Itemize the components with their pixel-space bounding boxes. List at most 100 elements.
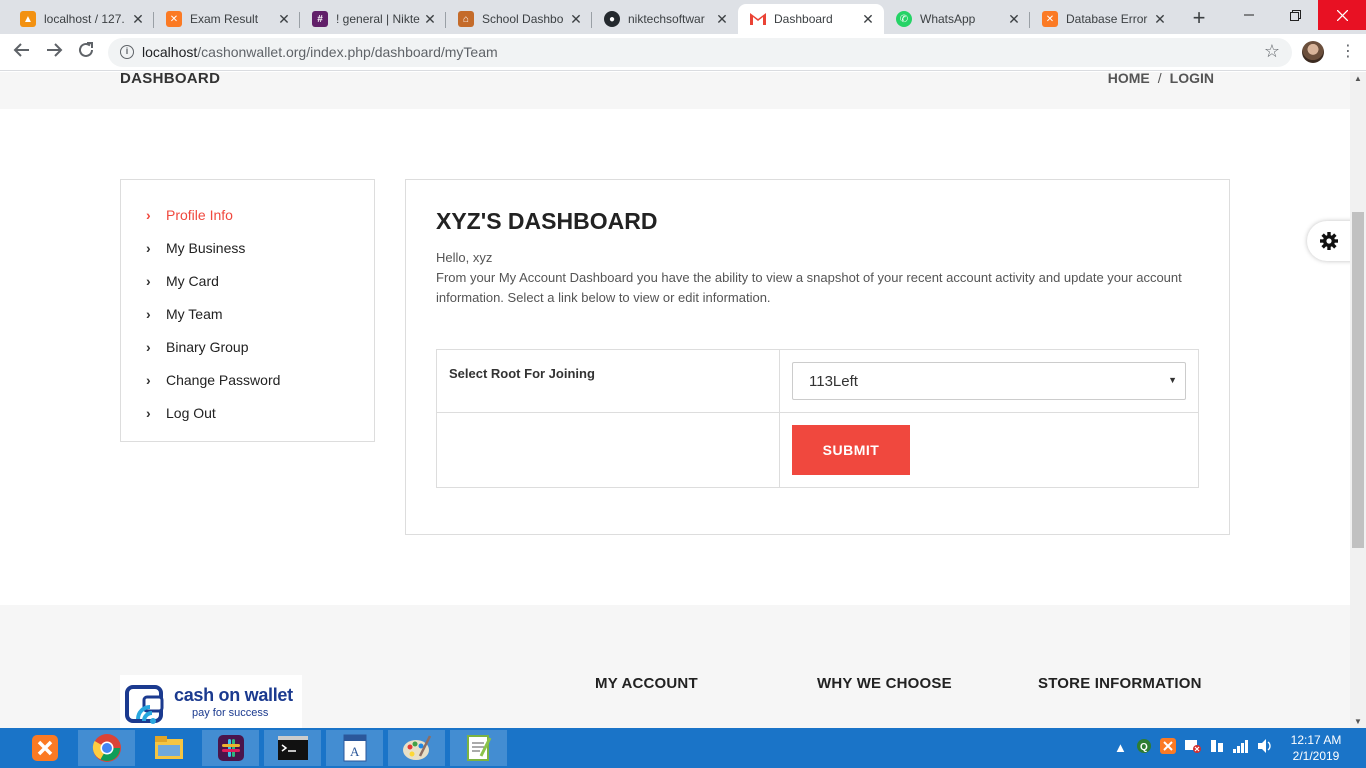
taskbar-chrome[interactable] [78,730,135,766]
settings-button[interactable] [1307,221,1350,261]
submit-button[interactable]: SUBMIT [792,425,910,475]
scrollbar-thumb[interactable] [1352,212,1364,548]
page-header-bar: DASHBOARD HOME / LOGIN [0,72,1350,109]
back-button[interactable] [10,41,34,65]
taskbar-file-explorer[interactable] [140,730,197,766]
form-label-cell: Select Root For Joining [436,349,780,413]
site-footer: cash on wallet pay for success MY ACCOUN… [0,605,1350,728]
account-sidebar: › Profile Info › My Business › My Card ›… [120,179,375,442]
tab-whatsapp[interactable]: ✆ WhatsApp ✕ [884,4,1030,34]
page-title: DASHBOARD [120,72,221,87]
breadcrumb-login-link[interactable]: LOGIN [1170,72,1214,86]
qbittorrent-tray-icon[interactable]: Q [1136,738,1152,757]
tab-phpmyadmin[interactable]: ▲ localhost / 127. ✕ [8,4,154,34]
notepad-plus-icon [466,735,491,761]
network-warning-tray-icon[interactable] [1184,738,1202,757]
sidebar-item-label: My Business [166,239,246,256]
logo-brand-text: cash on wallet [174,685,293,705]
bookmark-star-icon[interactable]: ☆ [1264,41,1280,62]
tab-school-dashboard[interactable]: ⌂ School Dashbo ✕ [446,4,592,34]
browser-menu-icon[interactable]: ⋮ [1340,40,1356,64]
address-bar[interactable]: i localhost/cashonwallet.org/index.php/d… [108,38,1292,67]
page-scrollbar[interactable]: ▲ ▼ [1350,72,1366,728]
chevron-right-icon: › [146,404,151,421]
tab-slack-general[interactable]: # ! general | Nikte ✕ [300,4,446,34]
restore-button[interactable] [1272,0,1318,30]
url-text[interactable]: localhost/cashonwallet.org/index.php/das… [142,44,498,60]
page-viewport: DASHBOARD HOME / LOGIN › Profile Info › My… [0,72,1350,728]
close-tab-icon[interactable]: ✕ [422,11,438,28]
sidebar-item-label: My Card [166,272,219,289]
show-hidden-icons-button[interactable]: ▲ [1114,740,1127,755]
taskbar-slack[interactable] [202,730,259,766]
tab-github[interactable]: ● niktechsoftwar ✕ [592,4,738,34]
sidebar-item-change-password[interactable]: › Change Password [121,363,374,396]
close-tab-icon[interactable]: ✕ [1006,11,1022,28]
reload-icon [79,42,93,57]
paint-icon [402,735,431,760]
footer-heading-store-information: STORE INFORMATION [1038,675,1202,692]
profile-avatar[interactable] [1302,41,1324,63]
chrome-icon [92,734,121,762]
taskbar-notepad-plus[interactable] [450,730,507,766]
chevron-right-icon: › [146,305,151,322]
chevron-right-icon: › [146,338,151,355]
svg-text:A: A [350,744,360,759]
sidebar-item-profile-info[interactable]: › Profile Info [121,198,374,231]
tab-dashboard[interactable]: Dashboard ✕ [738,4,884,34]
sidebar-item-label: Log Out [166,404,216,421]
close-window-button[interactable] [1318,0,1366,30]
clock-time: 12:17 AM [1290,733,1342,747]
info-icon[interactable]: i [120,45,134,59]
scroll-down-arrow-icon[interactable]: ▼ [1354,717,1362,726]
breadcrumb-home-link[interactable]: HOME [1108,72,1150,86]
close-tab-icon[interactable]: ✕ [130,11,146,28]
tab-title: localhost / 127. [44,12,125,26]
reload-button[interactable] [74,41,98,65]
phpmyadmin-icon: ▲ [20,11,36,27]
taskbar-wordpad[interactable]: A [326,730,383,766]
scroll-up-arrow-icon[interactable]: ▲ [1354,74,1362,83]
new-tab-button[interactable]: + [1186,6,1212,32]
browser-tab-strip: ▲ localhost / 127. ✕ ✕ Exam Result ✕ # !… [0,0,1366,34]
tab-title: Database Error [1066,12,1148,26]
network-tray-icon[interactable] [1209,738,1225,757]
sidebar-item-binary-group[interactable]: › Binary Group [121,330,374,363]
root-select[interactable]: 113Left ▼ [792,362,1186,400]
slack-icon [217,735,244,761]
tab-title: ! general | Nikte [336,12,420,26]
site-logo[interactable]: cash on wallet pay for success [120,675,302,728]
sidebar-item-label: Binary Group [166,338,249,355]
sidebar-item-my-business[interactable]: › My Business [121,231,374,264]
sidebar-item-label: My Team [166,305,223,322]
form-action-cell: SUBMIT [779,412,1199,488]
clock-date: 2/1/2019 [1292,749,1340,763]
sidebar-item-my-team[interactable]: › My Team [121,297,374,330]
xampp-icon: ✕ [166,11,182,27]
whatsapp-icon: ✆ [896,11,912,27]
signal-tray-icon[interactable] [1232,738,1250,757]
close-tab-icon[interactable]: ✕ [568,11,584,28]
chevron-right-icon: › [146,206,151,223]
close-tab-icon[interactable]: ✕ [1152,11,1168,28]
forward-button[interactable] [42,41,66,65]
volume-tray-icon[interactable] [1256,738,1274,757]
system-clock[interactable]: 12:17 AM 2/1/2019 [1286,732,1346,764]
close-tab-icon[interactable]: ✕ [860,11,876,28]
sidebar-item-my-card[interactable]: › My Card [121,264,374,297]
taskbar-command-prompt[interactable] [264,730,321,766]
close-tab-icon[interactable]: ✕ [714,11,730,28]
taskbar-xampp[interactable] [16,730,73,766]
footer-heading-why-we-choose: WHY WE CHOOSE [817,675,952,692]
tab-database-error[interactable]: ✕ Database Error ✕ [1030,4,1176,34]
minimize-button[interactable] [1226,0,1272,30]
tab-exam-result[interactable]: ✕ Exam Result ✕ [154,4,300,34]
root-select-value: 113Left [809,373,858,390]
taskbar-paint[interactable] [388,730,445,766]
close-tab-icon[interactable]: ✕ [276,11,292,28]
sidebar-item-log-out[interactable]: › Log Out [121,396,374,429]
gmail-icon [750,11,766,27]
xampp-tray-icon[interactable] [1160,738,1176,757]
slack-icon: # [312,11,328,27]
arrow-right-icon [47,43,63,57]
